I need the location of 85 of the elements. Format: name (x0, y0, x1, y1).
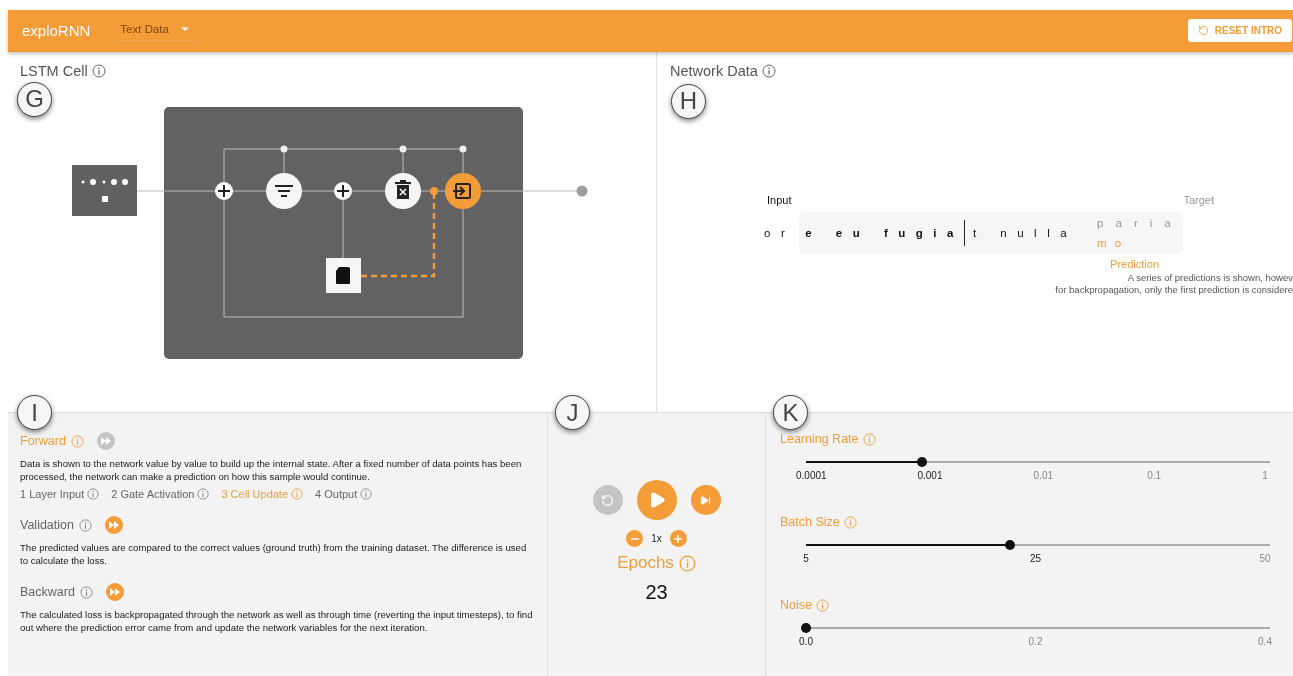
prediction-note: A series of predictions is shown, howev for backpropagation, only the first prediction is considere (1054, 271, 1293, 296)
epochs-value: 23 (645, 581, 668, 605)
fast-forward-button[interactable] (105, 583, 124, 602)
slider-label: Noise (780, 598, 812, 613)
reset-icon (601, 493, 614, 507)
step-tab[interactable]: 1 Layer Input (20, 488, 100, 501)
info-icon[interactable] (862, 432, 876, 446)
info-icon[interactable] (843, 515, 857, 529)
memory-card-icon (326, 257, 361, 293)
section-title: Validation (20, 518, 74, 533)
info-icon[interactable] (360, 488, 373, 501)
tick-label: 50 (1258, 553, 1272, 565)
tick-label: 0.0 (798, 636, 814, 648)
slider-thumb[interactable] (917, 457, 927, 468)
section-description: The predicted values are compared to the correct values (ground truth) from the training dataset. The difference is used to calculate the loss. (20, 541, 528, 568)
fast-forward-button[interactable] (105, 516, 123, 535)
skip-icon (700, 494, 711, 506)
tick-label: 0.2 (1027, 636, 1044, 648)
prediction-label: Prediction (1110, 257, 1159, 270)
info-icon[interactable] (79, 585, 93, 599)
tick-label: 0.0001 (796, 470, 827, 482)
plus-node-icon (215, 181, 233, 200)
info-icon[interactable] (291, 488, 304, 501)
plus-icon (672, 532, 685, 545)
tick-label: 5 (802, 553, 810, 565)
info-icon[interactable] (87, 488, 100, 501)
slower-button[interactable] (626, 530, 644, 548)
input-history-text: or (764, 226, 796, 239)
tick-label: 1 (1261, 470, 1269, 482)
step-marker: H (671, 83, 706, 119)
fast-forward-icon (100, 437, 111, 446)
dataset-dropdown[interactable]: Text Data (114, 20, 195, 42)
info-icon[interactable] (197, 488, 210, 501)
info-icon[interactable] (815, 598, 829, 612)
target-label: Target (1183, 193, 1214, 206)
fast-forward-icon (109, 521, 119, 530)
trash-node-icon (385, 172, 421, 209)
cursor-line (963, 219, 965, 246)
reset-icon (1197, 25, 1209, 37)
input-label: Input (767, 193, 792, 206)
junction-dot (459, 145, 467, 153)
app-title: exploRNN (22, 22, 91, 40)
fast-forward-icon (109, 588, 120, 597)
slider-label: Batch Size (780, 515, 840, 530)
tick-label: 25 (1028, 553, 1043, 565)
slider-thumb[interactable] (801, 623, 811, 634)
info-icon[interactable] (91, 63, 106, 78)
tick-label: 0.01 (1033, 470, 1054, 482)
step-button[interactable] (690, 485, 721, 516)
section-title: Backward (20, 585, 75, 600)
panel-title: Network Data (670, 62, 758, 79)
faster-button[interactable] (669, 530, 687, 548)
tick-label: 0.1 (1146, 470, 1163, 482)
step-tab[interactable]: 4 Output (315, 488, 373, 501)
plus-node-icon (334, 181, 352, 200)
step-marker: I (17, 395, 52, 431)
slider-label: Learning Rate (780, 432, 859, 447)
target-text: paria (1097, 216, 1183, 229)
section-description: The calculated loss is backpropagated through the network as well as through time (reverting the input timesteps), to find out where the prediction error came from and update the network variables for the next iteration. (20, 608, 534, 635)
step-tab[interactable]: 2 Gate Activation (111, 488, 210, 501)
tick-label: 0.4 (1257, 636, 1273, 648)
input-window-text: e eu fugia (805, 226, 964, 239)
input-ahead-text: t nulla (972, 226, 1078, 239)
tick-label: 0.001 (917, 470, 943, 482)
info-icon[interactable] (761, 63, 776, 78)
step-marker: K (773, 395, 808, 431)
junction-dot (280, 145, 288, 153)
step-marker: J (555, 395, 590, 431)
info-icon[interactable] (70, 434, 84, 448)
filter-node-icon (266, 172, 302, 209)
output-dot (576, 185, 588, 197)
info-icon[interactable] (79, 518, 92, 532)
junction-dot (399, 145, 407, 153)
speed-value: 1x (651, 533, 662, 545)
input-data-block (72, 164, 137, 216)
info-icon[interactable] (678, 554, 696, 572)
enter-node-icon (445, 172, 481, 209)
section-title: Forward (20, 434, 66, 449)
step-marker: G (17, 81, 52, 117)
section-description: Data is shown to the network value by value to build up the internal state. After a fixed number of data points has been processed, the network can make a prediction on how this sample would continue. (20, 457, 523, 484)
slider-thumb[interactable] (1005, 540, 1016, 551)
epochs-label: Epochs (617, 553, 674, 574)
prediction-text: mo (1097, 236, 1131, 249)
play-button[interactable] (636, 480, 677, 521)
panel-title: LSTM Cell (20, 62, 88, 79)
